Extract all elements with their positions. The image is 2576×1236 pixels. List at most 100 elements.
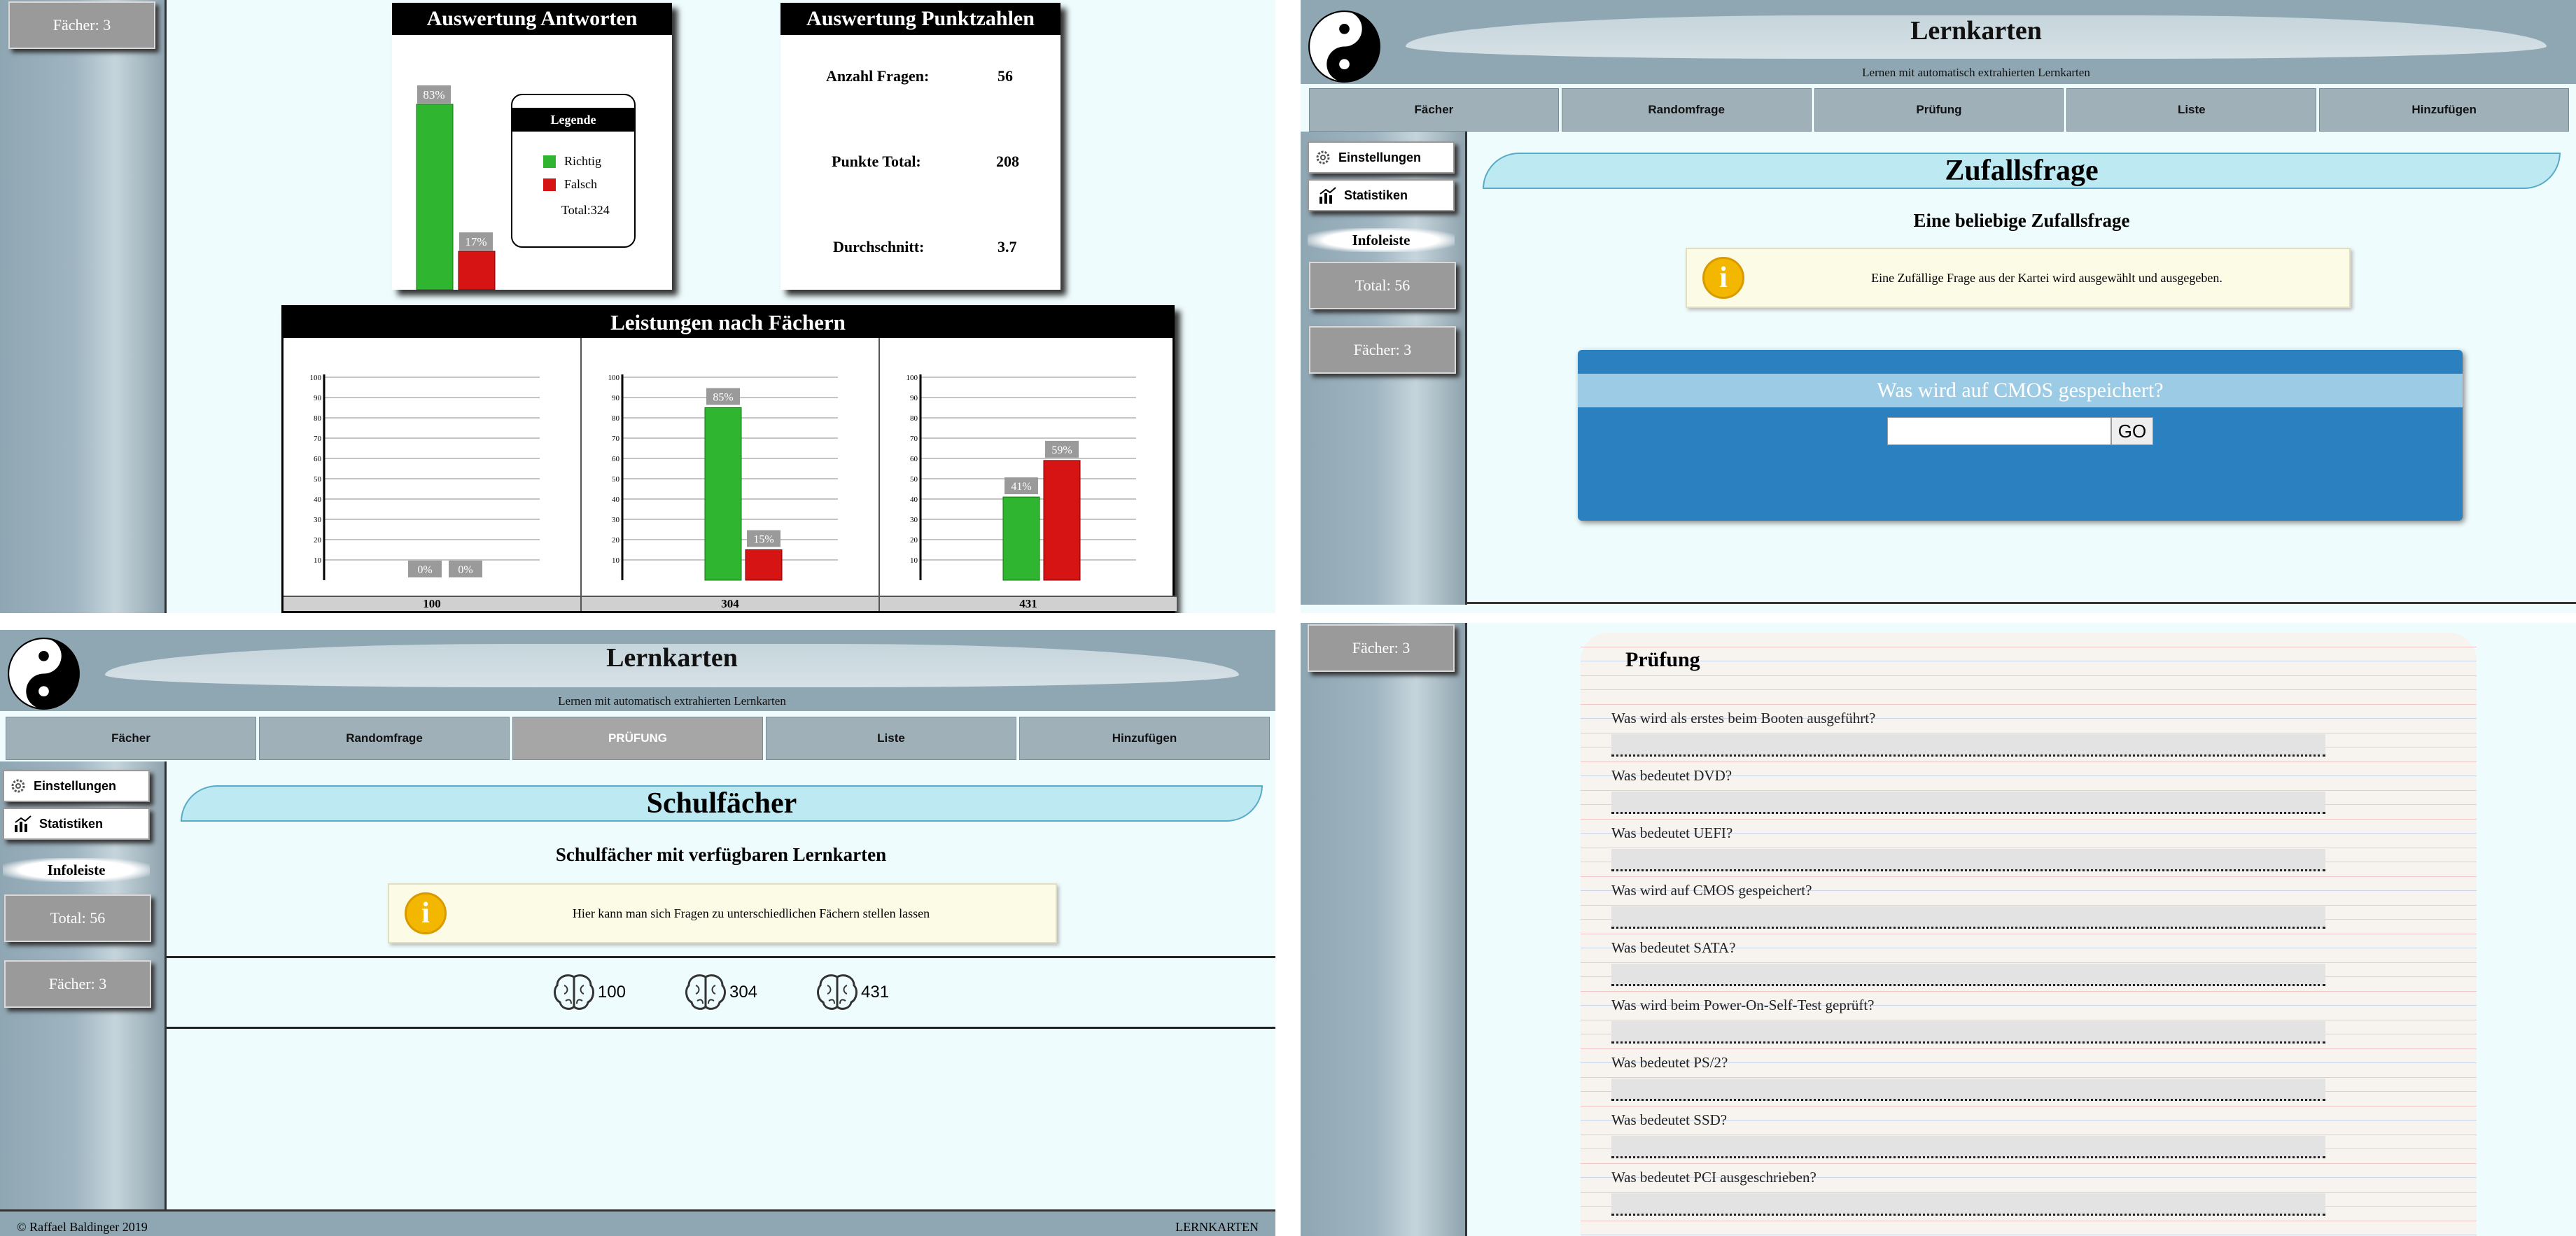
stat-value-questions: 56: [997, 67, 1013, 85]
brain-icon: [553, 974, 594, 1010]
page-banner: Schulfächer: [181, 785, 1263, 822]
tick-label: 10: [612, 556, 620, 565]
go-button[interactable]: GO: [2111, 417, 2153, 445]
bar-wrong: [745, 549, 783, 581]
nav-hinzufuegen[interactable]: Hinzufügen: [1019, 717, 1270, 760]
faecher-count-box[interactable]: Fächer: 3: [1309, 326, 1456, 374]
tick-label: 30: [314, 516, 322, 524]
app-title: Lernkarten: [606, 643, 738, 673]
tick-label: 80: [612, 414, 620, 423]
sidebar: Fächer: 3: [1301, 623, 1467, 1236]
answer-field[interactable]: [1611, 792, 2325, 814]
info-text: Eine Zufällige Frage aus der Kartei wird…: [1871, 270, 2222, 285]
answer-field[interactable]: [1611, 1193, 2325, 1216]
nav-faecher[interactable]: Fächer: [6, 717, 256, 760]
legend-correct: Richtig: [564, 154, 601, 168]
faecher-count-box[interactable]: Fächer: 3: [1308, 624, 1455, 672]
answer-field[interactable]: [1611, 1021, 2325, 1044]
yin-yang-logo-icon: [8, 638, 80, 710]
gear-icon: [11, 779, 25, 793]
question-label: Was bedeutet SSD?: [1611, 1111, 1728, 1128]
stats-button[interactable]: Statistiken: [3, 808, 150, 840]
faecher-count-box[interactable]: Fächer: 3: [8, 1, 155, 49]
stat-label-points: Punkte Total:: [832, 153, 921, 170]
subject-chart-svg: 10 20 30 40 50 60 70 80 90 100 0% 0%: [310, 374, 540, 580]
tick-label: 60: [314, 455, 322, 463]
page-subheading: Eine beliebige Zufallsfrage: [1913, 210, 2130, 231]
stat-value-points: 208: [996, 153, 1019, 170]
answer-field[interactable]: [1611, 849, 2325, 871]
subject-label: 100: [597, 983, 626, 1002]
subject-item[interactable]: 431: [816, 973, 889, 1012]
tick-label: 20: [612, 536, 620, 545]
nav-pruefung[interactable]: Prüfung: [1814, 88, 2064, 132]
chart-icon: [1320, 187, 1336, 204]
tick-label: 90: [910, 394, 918, 402]
settings-label: Einstellungen: [34, 778, 117, 793]
settings-button[interactable]: Einstellungen: [3, 770, 150, 802]
bar-correct: [416, 104, 454, 290]
tick-label: 70: [910, 435, 918, 443]
exam-question: Was bedeutet UEFI?: [1611, 824, 2325, 871]
sidebar: Einstellungen Statistiken Infoleiste Tot…: [1301, 132, 1467, 605]
stat-label-average: Durchschnitt:: [833, 238, 925, 255]
tick-label: 20: [910, 536, 918, 545]
page-subheading: Schulfächer mit verfügbaren Lernkarten: [555, 844, 887, 865]
faecher-count-box[interactable]: Fächer: 3: [4, 960, 151, 1008]
answer-field[interactable]: [1611, 964, 2325, 986]
subject-chart: 10 20 30 40 50 60 70 80 90 100 0% 0% 100: [284, 338, 582, 611]
subject-chart-svg: 10 20 30 40 50 60 70 80 90 100 41% 59%: [906, 374, 1136, 581]
settings-button[interactable]: Einstellungen: [1308, 141, 1455, 174]
subject-list: 100 304 431: [167, 956, 1275, 1029]
question-label: Was wird auf CMOS gespeichert?: [1611, 882, 1812, 899]
tick-label: 90: [612, 394, 620, 402]
bar-label: 41%: [1011, 481, 1031, 493]
nav-randomfrage[interactable]: Randomfrage: [259, 717, 510, 760]
question-card: Was wird auf CMOS gespeichert? GO: [1578, 350, 2463, 521]
tick-label: 40: [612, 496, 620, 504]
subject-charts: 10 20 30 40 50 60 70 80 90 100 0% 0% 100 10 20 30 40 50 60…: [284, 338, 1177, 611]
subjects-panel: Leistungen nach Fächern 10 20 30 40 50 60 70 80…: [281, 305, 1177, 613]
bar-correct: [704, 407, 742, 581]
bar-wrong: [458, 251, 496, 290]
app-subtitle: Lernen mit automatisch extrahierten Lern…: [558, 694, 786, 708]
tick-label: 40: [314, 496, 322, 504]
nav-hinzufuegen[interactable]: Hinzufügen: [2319, 88, 2569, 132]
total-box: Total: 56: [4, 894, 151, 942]
settings-label: Einstellungen: [1338, 150, 1422, 164]
subject-item[interactable]: 304: [685, 973, 757, 1012]
tick-label: 60: [910, 455, 918, 463]
legend-total: Total:324: [561, 203, 610, 217]
answer-field[interactable]: [1611, 906, 2325, 929]
nav-pruefung[interactable]: PRÜFUNG: [512, 717, 763, 760]
subject-item[interactable]: 100: [553, 973, 626, 1012]
nav-liste[interactable]: Liste: [2066, 88, 2317, 132]
answer-field[interactable]: [1611, 734, 2325, 757]
info-text: Hier kann man sich Fragen zu unterschied…: [572, 906, 930, 920]
question-label: Was wird beim Power-On-Self-Test geprüft…: [1611, 997, 1875, 1013]
exam-title: Prüfung: [1625, 648, 1700, 671]
question-label: Was bedeutet DVD?: [1611, 767, 1732, 784]
sidebar: Fächer: 3: [0, 0, 167, 613]
answer-input[interactable]: [1887, 417, 2111, 445]
footer-copyright: © Raffael Baldinger 2019: [17, 1220, 148, 1234]
nav-randomfrage[interactable]: Randomfrage: [1561, 88, 1812, 132]
legend-title: Legende: [512, 108, 634, 132]
nav-liste[interactable]: Liste: [766, 717, 1016, 760]
brain-icon: [685, 974, 726, 1010]
tick-label: 90: [314, 394, 322, 402]
info-icon: i: [1702, 257, 1744, 299]
tick-label: 30: [612, 516, 620, 524]
nav-faecher[interactable]: Fächer: [1309, 88, 1559, 132]
legend-box: Legende Richtig Falsch Total:324: [511, 94, 636, 248]
answer-field[interactable]: [1611, 1136, 2325, 1158]
random-question-view: Lernkarten Lernen mit automatisch extrah…: [1301, 0, 2576, 613]
tick-label: 50: [314, 475, 322, 484]
answer-field[interactable]: [1611, 1079, 2325, 1101]
tick-label: 100: [608, 374, 620, 382]
stats-button[interactable]: Statistiken: [1308, 179, 1455, 211]
tick-label: 100: [906, 374, 918, 382]
page-banner: Zufallsfrage: [1483, 153, 2561, 189]
bar-label: 15%: [753, 534, 774, 546]
points-panel-title: Auswertung Punktzahlen: [780, 3, 1060, 35]
